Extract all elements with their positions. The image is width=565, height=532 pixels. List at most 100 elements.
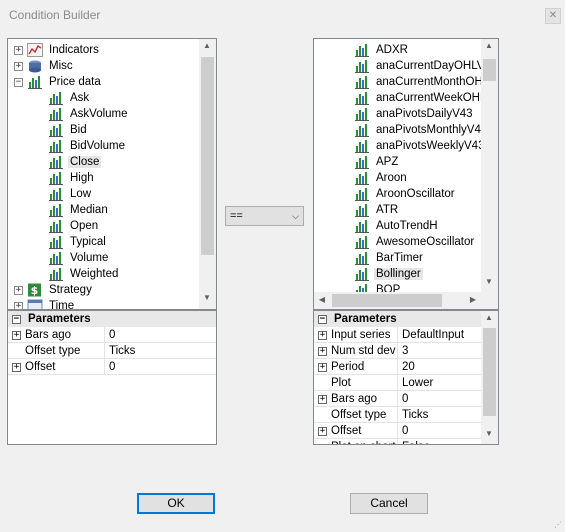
bar-chart-icon [355,124,369,137]
close-icon[interactable]: ✕ [545,8,561,24]
scroll-right-icon[interactable]: ▶ [465,295,481,304]
indicator-list-item[interactable]: anaPivotsMonthlyV43 [354,122,489,138]
tree-item-close[interactable]: Close [48,154,102,170]
parameter-value[interactable]: 20 [397,359,481,375]
parameter-value[interactable]: 0 [104,359,216,375]
left-tree-pane[interactable]: + Indicators + Misc − Price data Ask AskVolume B… [7,38,217,310]
scroll-thumb[interactable] [332,294,442,307]
parameter-value[interactable]: 3 [397,343,481,359]
left-parameters-grid[interactable]: − Parameters + Bars ago 0 Offset type Ticks + Of… [7,310,217,445]
indicator-list-item[interactable]: AroonOscillator [354,186,457,202]
operator-select[interactable]: == ⌵ [225,206,304,226]
right-list-vscrollbar[interactable]: ▲ ▼ [481,39,498,292]
indicator-label: anaCurrentMonthOHLV [376,76,496,88]
scroll-down-icon[interactable]: ▼ [481,429,497,438]
left-tree-scrollbar[interactable]: ▲ ▼ [199,39,216,309]
expand-icon[interactable]: + [318,426,327,436]
ok-button[interactable]: OK [137,493,215,514]
indicator-list-item[interactable]: APZ [354,154,400,170]
parameter-value[interactable]: 0 [104,327,216,343]
tree-item-bid[interactable]: Bid [48,122,89,138]
parameter-row[interactable]: + Num std dev 3 [314,343,481,359]
tree-item-askvolume[interactable]: AskVolume [48,106,130,122]
expand-icon[interactable]: + [12,330,21,340]
collapse-icon[interactable]: − [14,77,23,87]
parameters-header[interactable]: − Parameters [314,311,481,327]
indicator-list-item[interactable]: Bollinger [354,266,423,282]
tree-item-indicators[interactable]: + Indicators [14,42,101,58]
parameters-header[interactable]: − Parameters [8,311,216,327]
expand-icon[interactable]: + [14,45,23,55]
scroll-left-icon[interactable]: ◀ [314,295,330,304]
expand-icon[interactable]: + [14,301,23,309]
indicator-list-item[interactable]: anaCurrentMonthOHLV [354,74,498,90]
tree-item-ask[interactable]: Ask [48,90,91,106]
parameter-value[interactable]: DefaultInput [397,327,481,343]
tree-item-label: Median [70,204,108,216]
tree-item-strategy[interactable]: + $ Strategy [14,282,94,298]
parameter-row[interactable]: + Input series DefaultInput [314,327,481,343]
tree-item-open[interactable]: Open [48,218,100,234]
parameter-row[interactable]: Offset type Ticks [314,407,481,423]
scroll-thumb[interactable] [201,57,214,255]
scroll-up-icon[interactable]: ▲ [199,41,215,50]
collapse-icon[interactable]: − [318,314,327,324]
collapse-icon[interactable]: − [12,314,21,324]
parameter-value[interactable]: Lower [397,375,481,391]
svg-text:$: $ [31,284,39,297]
indicator-list-item[interactable]: AwesomeOscillator [354,234,476,250]
indicator-list-item[interactable]: anaPivotsWeeklyV43 [354,138,486,154]
parameter-row[interactable]: + Period 20 [314,359,481,375]
parameter-row[interactable]: + Offset 0 [314,423,481,439]
expand-icon[interactable]: + [318,330,327,340]
scroll-thumb[interactable] [483,59,496,81]
indicator-list-item[interactable]: anaCurrentDayOHLV4 [354,58,493,74]
indicator-list-item[interactable]: ADXR [354,42,410,58]
tree-item-typical[interactable]: Typical [48,234,108,250]
parameter-value[interactable]: 0 [397,391,481,407]
parameter-row[interactable]: Plot Lower [314,375,481,391]
scroll-up-icon[interactable]: ▲ [481,313,497,322]
scroll-up-icon[interactable]: ▲ [481,41,497,50]
indicator-list-item[interactable]: Aroon [354,170,409,186]
scroll-down-icon[interactable]: ▼ [199,293,215,302]
cancel-button[interactable]: Cancel [350,493,428,514]
indicator-list-item[interactable]: ATR [354,202,400,218]
expand-icon[interactable]: + [12,362,21,372]
parameter-value[interactable]: Ticks [397,407,481,423]
bar-chart-icon [49,204,63,217]
expand-icon[interactable]: + [14,285,23,295]
tree-item-median[interactable]: Median [48,202,110,218]
parameter-row[interactable]: Offset type Ticks [8,343,216,359]
scroll-thumb[interactable] [483,328,496,416]
tree-item-price-data[interactable]: − Price data [14,74,103,90]
resize-grip-icon[interactable]: ⋰ [554,520,562,529]
tree-item-bidvolume[interactable]: BidVolume [48,138,127,154]
indicator-list-item[interactable]: anaPivotsDailyV43 [354,106,475,122]
tree-item-volume[interactable]: Volume [48,250,110,266]
parameter-row[interactable]: + Bars ago 0 [8,327,216,343]
tree-item-high[interactable]: High [48,170,96,186]
expand-icon[interactable]: + [14,61,23,71]
indicator-list-item[interactable]: AutoTrendH [354,218,440,234]
scroll-down-icon[interactable]: ▼ [481,277,497,286]
parameter-row[interactable]: Plot on chartFalse [314,439,481,444]
indicator-list-item[interactable]: anaCurrentWeekOHLV [354,90,495,106]
parameters-scrollbar[interactable]: ▲ ▼ [481,311,498,444]
tree-item-weighted[interactable]: Weighted [48,266,120,282]
parameter-value[interactable]: False [397,439,481,444]
parameter-value[interactable]: 0 [397,423,481,439]
tree-item-time[interactable]: + Time [14,298,76,309]
parameter-value[interactable]: Ticks [104,343,216,359]
parameter-row[interactable]: + Bars ago 0 [314,391,481,407]
tree-item-low[interactable]: Low [48,186,93,202]
indicator-list-item[interactable]: BarTimer [354,250,425,266]
expand-icon[interactable]: + [318,362,327,372]
right-list-hscrollbar[interactable]: ◀ ▶ [314,292,481,309]
tree-item-misc[interactable]: + Misc [14,58,75,74]
expand-icon[interactable]: + [318,346,327,356]
right-indicator-list[interactable]: ADXR anaCurrentDayOHLV4 anaCurrentMonthOHL… [313,38,499,310]
right-parameters-grid[interactable]: − Parameters + Input series DefaultInput + Num… [313,310,499,445]
expand-icon[interactable]: + [318,394,327,404]
parameter-row[interactable]: + Offset 0 [8,359,216,375]
